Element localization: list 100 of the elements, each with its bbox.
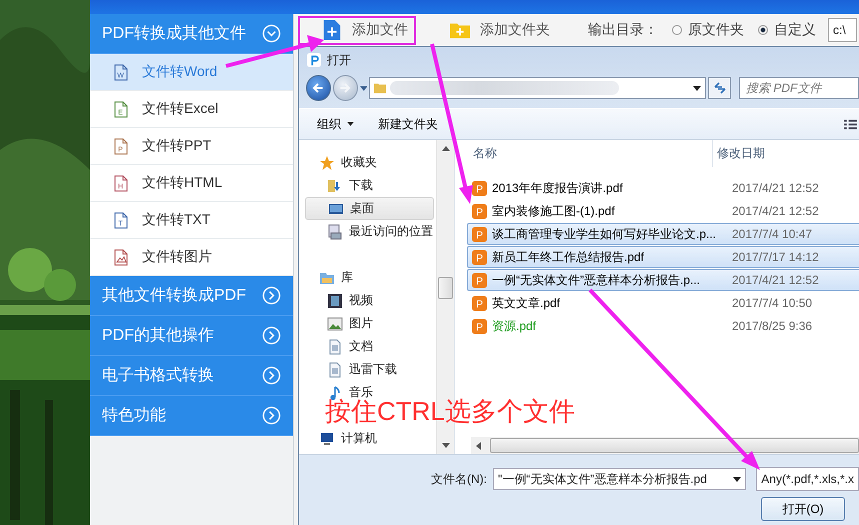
file-date: 2017/7/17 14:12 [732, 250, 819, 264]
filename-label: 文件名(N): [431, 470, 487, 488]
file-name: 一例“无实体文件”恶意样本分析报告.p... [492, 272, 702, 288]
file-name: 资源.pdf [492, 318, 538, 334]
file-date: 2017/4/21 12:52 [732, 273, 819, 287]
nav-item[interactable]: 桌面 [305, 197, 434, 220]
nav-item[interactable]: 文档 [305, 335, 434, 358]
file-name: 室内装修施工图-(1).pdf [492, 202, 616, 220]
nav-item[interactable]: 最近访问的位置 [305, 220, 434, 243]
add-file-button[interactable]: 添加文件 [298, 16, 416, 44]
caret-icon [733, 476, 742, 482]
forward-button[interactable] [332, 75, 358, 101]
nav-item[interactable]: 下载 [305, 174, 434, 197]
group-label: 特色功能 [102, 406, 166, 426]
document-icon [327, 362, 343, 378]
radio-label: 原文件夹 [688, 21, 744, 39]
nav-group[interactable]: 收藏夹 [305, 151, 436, 174]
nav-item-label: 视频 [349, 292, 373, 309]
file-row[interactable]: P 室内装修施工图-(1).pdf 2017/4/21 12:52 [467, 200, 859, 222]
nav-item[interactable]: 迅雷下载 [305, 358, 434, 381]
nav-group-label: 计算机 [341, 430, 377, 447]
document-icon [327, 338, 343, 354]
file-date: 2017/4/21 12:52 [732, 204, 819, 218]
address-field[interactable] [369, 77, 706, 99]
file-row[interactable]: P 英文文章.pdf 2017/7/4 10:50 [467, 292, 859, 314]
app-icon [307, 53, 321, 67]
sidebar-group-header[interactable]: PDF的其他操作 [90, 316, 293, 356]
output-path-field[interactable]: c:\ [828, 18, 857, 42]
nav-group-label: 库 [341, 269, 353, 286]
pdf-file-icon: P [472, 318, 487, 334]
file-name: 谈工商管理专业学生如何写好毕业论文.p... [492, 226, 718, 242]
group-label: 电子书格式转换 [102, 366, 214, 386]
column-header[interactable]: 名称 [455, 140, 713, 167]
file-date: 2017/7/4 10:47 [732, 227, 812, 241]
nav-item-label: 最近访问的位置 [349, 223, 433, 240]
pdf-file-icon: P [472, 250, 487, 264]
pdf-file-icon: P [472, 180, 487, 196]
nav-item-label: 桌面 [350, 200, 374, 217]
sidebar-item[interactable]: 文件转图片 [90, 239, 293, 276]
open-button[interactable]: 打开(O) [761, 497, 845, 521]
radio-button[interactable] [758, 25, 768, 35]
scrollbar-thumb[interactable] [438, 277, 453, 299]
caret-icon [360, 86, 368, 90]
sidebar-group-header[interactable]: 其他文件转换成PDF [90, 276, 293, 316]
output-label: 输出目录： [588, 21, 658, 39]
film-icon [327, 292, 343, 308]
sidebar-group-header[interactable]: PDF转换成其他文件 [90, 14, 293, 54]
file-date: 2017/4/21 12:52 [732, 181, 819, 195]
group-label: PDF的其他操作 [102, 326, 214, 346]
sidebar-group-header[interactable]: 电子书格式转换 [90, 356, 293, 396]
file-type-dropdown[interactable]: Any(*.pdf,*.xls,*.x [756, 467, 859, 491]
nav-item-label: 音乐 [349, 384, 373, 399]
pdf-file-icon: P [472, 272, 487, 288]
file-row[interactable]: P 一例“无实体文件”恶意样本分析报告.p... 2017/4/21 12:52 [467, 269, 859, 291]
command-button[interactable]: 组织 [311, 114, 360, 134]
nav-group[interactable]: 计算机 [305, 427, 436, 450]
file-date: 2017/8/25 9:36 [732, 319, 812, 333]
output-radio[interactable]: 原文件夹 [672, 21, 744, 39]
file-row[interactable]: P 2013年年度报告演讲.pdf 2017/4/21 12:52 [467, 177, 859, 199]
nav-item-label: 下载 [349, 177, 373, 194]
pdf-file-icon: P [472, 296, 487, 310]
recent-places-icon [327, 224, 343, 240]
radio-label: 自定义 [774, 21, 816, 39]
file-name: 新员工年终工作总结报告.pdf [492, 248, 646, 266]
output-radio[interactable]: 自定义 [758, 21, 816, 39]
sidebar-group-header[interactable]: 特色功能 [90, 396, 293, 436]
column-header[interactable]: 修改日期 [713, 145, 765, 162]
filename-field[interactable]: "一例“无实体文件”恶意样本分析报告.pd [493, 468, 746, 490]
add-folder-button[interactable]: 添加文件夹 [426, 16, 558, 44]
annotation-text: 按住CTRL选多个文件 [325, 397, 575, 426]
file-row[interactable]: P 谈工商管理专业学生如何写好毕业论文.p... 2017/7/4 10:47 [467, 223, 859, 245]
scrollbar-thumb[interactable] [490, 438, 859, 453]
file-name: 2013年年度报告演讲.pdf [492, 180, 624, 196]
star-icon [319, 154, 335, 170]
nav-item-label: 图片 [349, 315, 373, 332]
command-button[interactable]: 新建文件夹 [372, 114, 444, 134]
file-date: 2017/7/4 10:50 [732, 296, 812, 310]
group-label: 其他文件转换成PDF [102, 286, 246, 306]
folder-icon [374, 82, 386, 94]
group-label: PDF转换成其他文件 [102, 24, 246, 44]
back-button[interactable] [306, 75, 331, 101]
image-icon [327, 316, 343, 332]
nav-group-label: 收藏夹 [341, 154, 377, 171]
nav-item[interactable]: 图片 [305, 312, 434, 335]
file-plus-icon [322, 20, 342, 40]
filename-value: "一例“无实体文件”恶意样本分析报告.pd [498, 470, 708, 488]
refresh-button[interactable] [708, 77, 732, 99]
radio-button[interactable] [672, 25, 682, 35]
pdf-file-icon: P [472, 204, 487, 218]
file-row[interactable]: P 资源.pdf 2017/8/25 9:36 [467, 315, 859, 337]
nav-item-label: 文档 [349, 338, 373, 355]
folder-download-icon [327, 178, 343, 194]
nav-group[interactable]: 库 [305, 266, 436, 289]
caret-icon [693, 86, 702, 90]
file-name: 英文文章.pdf [492, 294, 562, 312]
refresh-icon [712, 81, 727, 95]
search-field[interactable]: 搜索 PDF文件 [739, 77, 859, 99]
file-row[interactable]: P 新员工年终工作总结报告.pdf 2017/7/17 14:12 [467, 246, 859, 268]
horizontal-scrollbar[interactable] [471, 437, 859, 454]
nav-item[interactable]: 视频 [305, 289, 434, 312]
